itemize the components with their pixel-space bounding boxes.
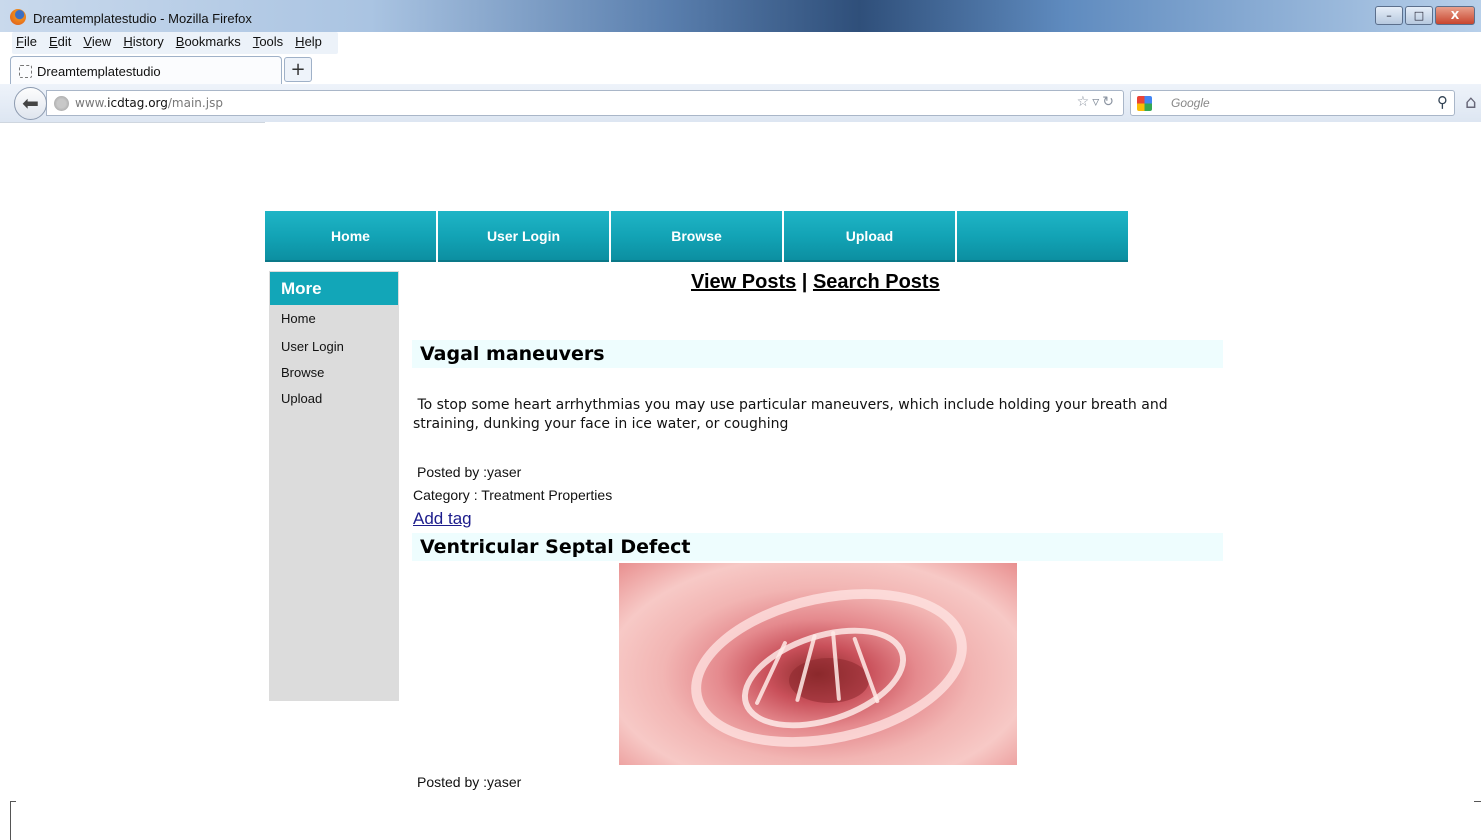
- sidebar: More Home User Login Browse Upload: [269, 271, 399, 701]
- search-icon[interactable]: ⚲: [1437, 93, 1448, 111]
- menu-file[interactable]: File: [16, 32, 37, 54]
- post-title-bar: Ventricular Septal Defect: [412, 533, 1223, 561]
- history-dropdown-icon[interactable]: ▿: [1092, 94, 1102, 110]
- menu-edit[interactable]: Edit: [49, 32, 71, 54]
- nav-user-login[interactable]: User Login: [438, 211, 609, 262]
- sidebar-header: More: [270, 272, 398, 305]
- new-tab-button[interactable]: +: [284, 57, 312, 82]
- search-posts-link[interactable]: Search Posts: [813, 271, 940, 293]
- globe-icon: [54, 96, 69, 111]
- menu-history[interactable]: History: [123, 32, 163, 54]
- tab-strip: Dreamtemplatestudio +: [0, 54, 1481, 84]
- window-controls: – □ X: [1373, 6, 1475, 25]
- post-category: Category : Treatment Properties: [413, 487, 613, 503]
- sidebar-item-browse[interactable]: Browse: [281, 365, 324, 380]
- nav-browse[interactable]: Browse: [611, 211, 782, 262]
- bookmark-star-icon[interactable]: ☆: [1077, 94, 1093, 110]
- post-body-text: To stop some heart arrhythmias you may u…: [413, 397, 1168, 432]
- window-titlebar: Dreamtemplatestudio - Mozilla Firefox – …: [0, 0, 1481, 32]
- back-arrow-icon: ⬅: [22, 91, 39, 115]
- nav-home[interactable]: Home: [265, 211, 436, 262]
- maximize-button[interactable]: □: [1405, 6, 1433, 25]
- browser-tab[interactable]: Dreamtemplatestudio: [10, 56, 282, 84]
- post-title: Ventricular Septal Defect: [420, 536, 691, 558]
- menu-tools[interactable]: Tools: [253, 32, 283, 54]
- nav-empty[interactable]: [957, 211, 1128, 262]
- page-favicon-icon: [19, 65, 32, 78]
- frame-corner: [10, 801, 16, 840]
- post-author: Posted by :yaser: [417, 464, 522, 480]
- browser-tab-label: Dreamtemplatestudio: [37, 64, 161, 79]
- sidebar-item-upload[interactable]: Upload: [281, 391, 322, 406]
- menu-bar: File Edit View History Bookmarks Tools H…: [12, 32, 338, 54]
- minimize-button[interactable]: –: [1375, 6, 1403, 25]
- menu-help[interactable]: Help: [295, 32, 322, 54]
- url-actions: ☆▿↻: [1077, 94, 1117, 110]
- sidebar-item-home[interactable]: Home: [281, 311, 316, 326]
- search-placeholder: Google: [1171, 96, 1210, 110]
- reload-icon[interactable]: ↻: [1102, 94, 1117, 110]
- menu-bookmarks[interactable]: Bookmarks: [176, 32, 241, 54]
- sidebar-item-user-login[interactable]: User Login: [281, 339, 344, 354]
- toolbar-divider: [0, 122, 265, 123]
- nav-upload[interactable]: Upload: [784, 211, 955, 262]
- navigation-toolbar: www.icdtag.org/main.jsp ☆▿↻ ⬅ Google ⚲: [0, 84, 1481, 122]
- url-text: www.icdtag.org/main.jsp: [75, 96, 223, 110]
- post-links-separator: |: [801, 271, 808, 293]
- back-button[interactable]: ⬅: [14, 87, 47, 120]
- google-icon[interactable]: [1137, 96, 1152, 111]
- address-bar[interactable]: www.icdtag.org/main.jsp ☆▿↻: [46, 90, 1124, 116]
- view-posts-link[interactable]: View Posts: [691, 271, 796, 293]
- frame-corner: [1474, 801, 1481, 802]
- main-navigation: Home User Login Browse Upload: [265, 211, 1128, 262]
- menu-view[interactable]: View: [83, 32, 111, 54]
- firefox-logo-icon: [10, 9, 26, 25]
- add-tag-link[interactable]: Add tag: [413, 509, 472, 529]
- post-title: Vagal maneuvers: [420, 343, 605, 365]
- post-links: View Posts | Search Posts: [691, 271, 940, 294]
- home-icon[interactable]: ⌂: [1465, 92, 1476, 113]
- post-body: To stop some heart arrhythmias you may u…: [413, 396, 1213, 434]
- window-title: Dreamtemplatestudio - Mozilla Firefox: [33, 11, 252, 26]
- post-title-bar: Vagal maneuvers: [412, 340, 1223, 368]
- post-author: Posted by :yaser: [417, 774, 522, 790]
- post-image: [619, 563, 1017, 765]
- close-button[interactable]: X: [1435, 6, 1475, 25]
- search-box[interactable]: Google ⚲: [1130, 90, 1455, 116]
